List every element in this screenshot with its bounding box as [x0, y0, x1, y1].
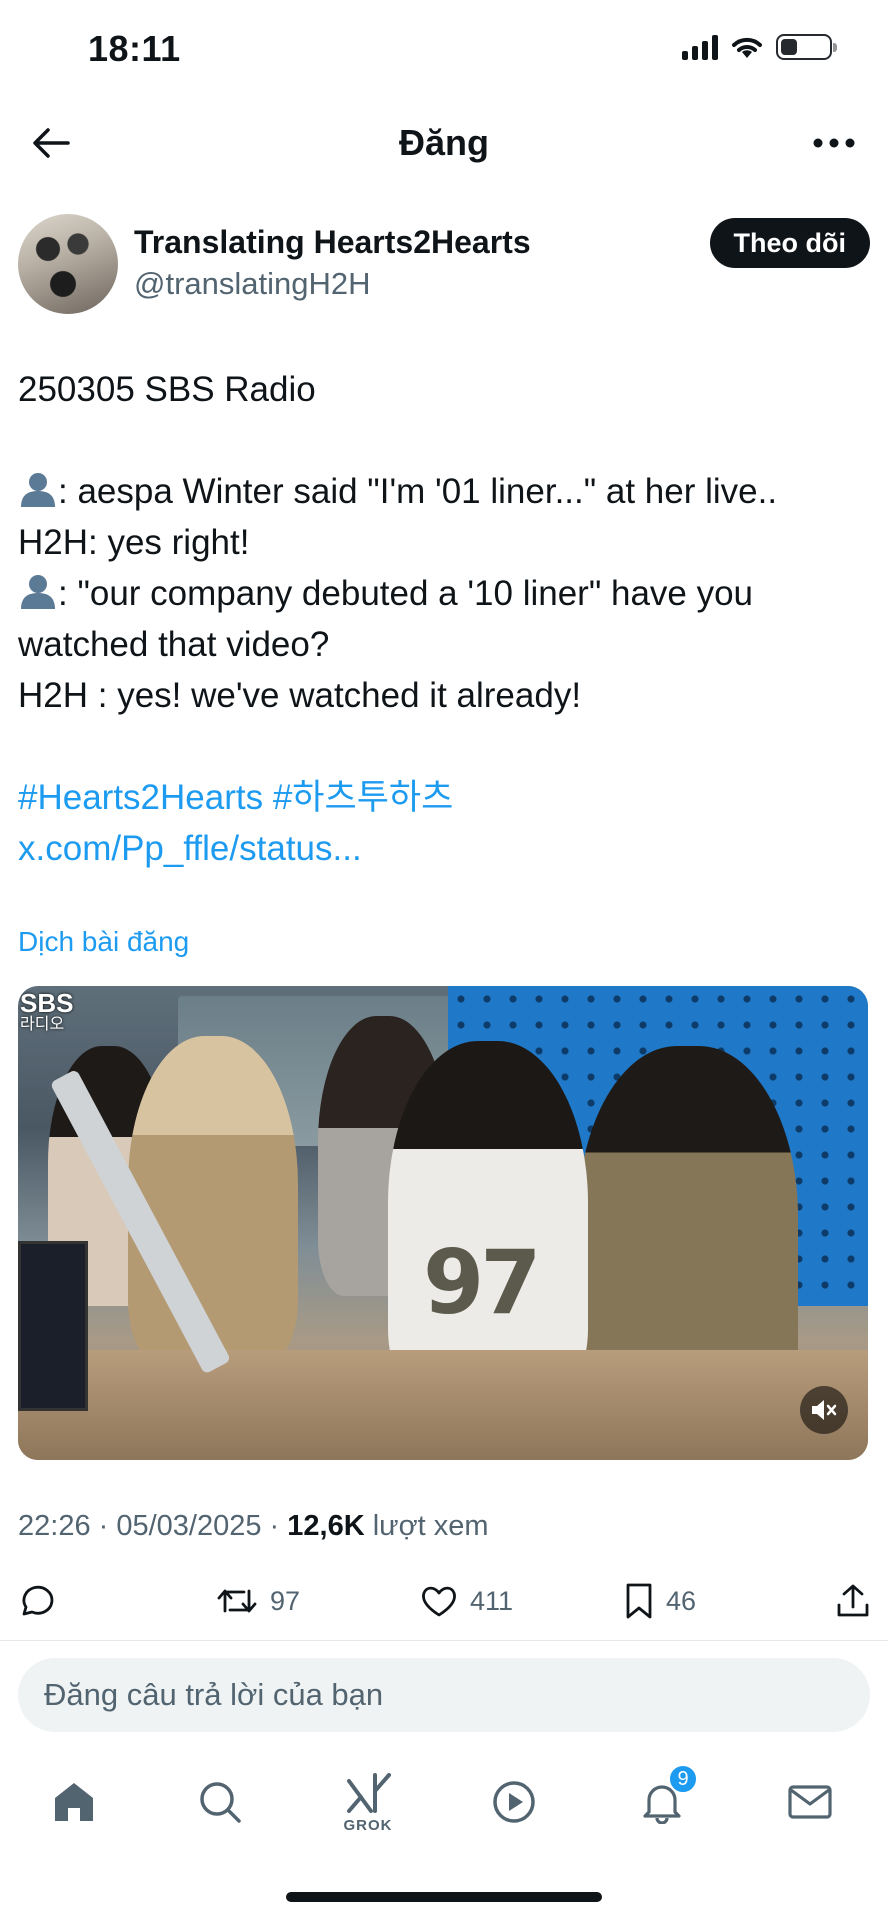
bookmark-count: 46	[666, 1585, 697, 1616]
post-author: Translating Hearts2Hearts @translatingH2…	[18, 214, 870, 314]
like-button[interactable]: 411	[420, 1576, 513, 1626]
home-icon	[55, 1783, 93, 1821]
more-horizontal-icon	[813, 138, 855, 148]
post-timestamp: 22:26 · 05/03/2025 ·	[18, 1510, 288, 1542]
cellular-signal-icon	[682, 34, 718, 60]
post-line[interactable]: #Hearts2Hearts #하츠투하츠	[18, 772, 870, 823]
studio-table	[18, 1350, 868, 1460]
nav-search[interactable]	[180, 1762, 260, 1842]
views-label: lượt xem	[364, 1510, 489, 1542]
post-text: 250305 SBS Radio : aespa Winter said "I'm…	[18, 364, 870, 874]
post-line: 250305 SBS Radio	[18, 364, 870, 415]
post-line: : aespa Winter said "I'm '01 liner..." a…	[18, 466, 870, 517]
follow-button[interactable]: Theo dõi	[709, 218, 870, 268]
nav-grok[interactable]: GROK	[328, 1762, 408, 1842]
post-actions: 97 411 46	[18, 1576, 870, 1626]
views-count: 12,6K	[287, 1510, 365, 1542]
retweet-count: 97	[270, 1585, 301, 1616]
post-line-text: H2H: yes right!	[18, 523, 250, 562]
member-figure	[128, 1036, 298, 1366]
post-line: H2H : yes! we've watched it already!	[18, 670, 870, 721]
nav-notifications[interactable]: 9	[622, 1762, 702, 1842]
post-line-text: H2H : yes! we've watched it already!	[18, 676, 582, 715]
author-name[interactable]: Translating Hearts2Hearts	[134, 224, 531, 261]
author-handle[interactable]: @translatingH2H	[134, 266, 371, 302]
post-header: Đăng	[0, 100, 888, 186]
reply-input[interactable]: Đăng câu trả lời của bạn	[18, 1658, 870, 1732]
post-link[interactable]: x.com/Pp_ffle/status...	[18, 829, 362, 868]
search-icon	[200, 1782, 241, 1823]
nav-messages[interactable]	[770, 1762, 850, 1842]
post-line	[18, 415, 870, 466]
like-count: 411	[470, 1585, 514, 1616]
battery-icon	[776, 34, 837, 60]
bookmark-button[interactable]: 46	[624, 1576, 696, 1626]
status-icons	[682, 34, 837, 60]
divider	[0, 1640, 888, 1641]
retweet-button[interactable]: 97	[216, 1576, 300, 1626]
grok-icon	[347, 1772, 391, 1813]
speaker-muted-icon	[812, 1400, 837, 1420]
post-line-text: 250305 SBS Radio	[18, 370, 316, 409]
grok-label: GROK	[343, 1816, 393, 1834]
wifi-icon	[732, 37, 762, 58]
jersey-number: 97	[423, 1231, 541, 1334]
sbs-radio-logo: SBS 라디오	[20, 988, 74, 1036]
bust-in-silhouette-icon	[21, 575, 55, 609]
member-figure	[388, 1041, 588, 1401]
nav-home[interactable]	[34, 1762, 114, 1842]
post-line-text: : aespa Winter said "I'm '01 liner..." a…	[58, 472, 778, 511]
post-link[interactable]: #Hearts2Hearts #하츠투하츠	[18, 778, 453, 817]
post-line	[18, 721, 870, 772]
more-options-button[interactable]	[804, 118, 864, 168]
studio-monitor	[18, 1241, 88, 1411]
nav-video[interactable]	[474, 1762, 554, 1842]
post-video[interactable]: 97 SBS 라디오	[18, 986, 868, 1460]
share-button[interactable]	[836, 1576, 870, 1626]
post-line-text: watched that video?	[18, 625, 330, 664]
post-line: H2H: yes right!	[18, 517, 870, 568]
post-line-text: : "our company debuted a '10 liner" have…	[58, 574, 754, 613]
logo-text: SBS	[20, 988, 74, 1018]
mute-button[interactable]	[800, 1386, 848, 1434]
status-bar: 18:11	[0, 0, 888, 100]
status-time: 18:11	[88, 28, 181, 69]
bust-in-silhouette-icon	[21, 473, 55, 507]
post-line: : "our company debuted a '10 liner" have…	[18, 568, 870, 619]
post-line: watched that video?	[18, 619, 870, 670]
play-circle-icon	[493, 1781, 535, 1823]
page-title: Đăng	[399, 122, 489, 163]
battery-level	[781, 39, 798, 55]
post-meta: 22:26 · 05/03/2025 · 12,6K lượt xem	[18, 1510, 489, 1543]
bottom-nav: GROK 9	[0, 1752, 888, 1852]
home-indicator[interactable]	[286, 1892, 602, 1902]
share-icon	[837, 1584, 869, 1617]
translate-post-link[interactable]: Dịch bài đăng	[18, 926, 189, 958]
avatar[interactable]	[18, 214, 118, 314]
retweet-icon	[217, 1589, 257, 1613]
notification-badge: 9	[668, 1764, 698, 1794]
heart-icon	[422, 1586, 456, 1617]
bookmark-icon	[626, 1583, 652, 1619]
reply-icon	[22, 1585, 54, 1616]
mail-icon	[788, 1785, 832, 1819]
post-line[interactable]: x.com/Pp_ffle/status...	[18, 823, 870, 874]
reply-button[interactable]	[18, 1576, 54, 1626]
